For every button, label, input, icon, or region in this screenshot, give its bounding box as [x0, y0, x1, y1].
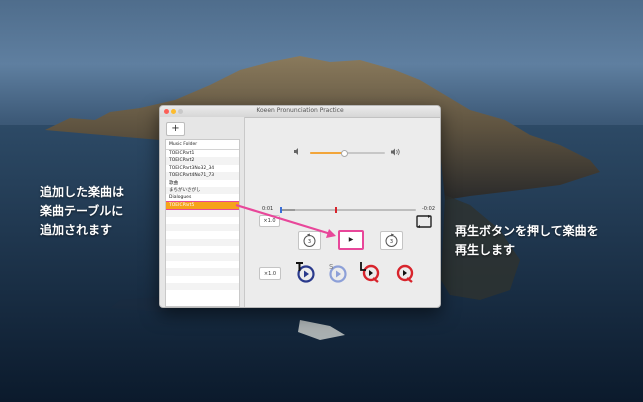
empty-row	[166, 261, 239, 268]
empty-row	[166, 217, 239, 224]
seek-progress	[281, 209, 295, 211]
record-loop-icon[interactable]	[359, 261, 381, 287]
table-row-selected[interactable]: TOEICPart5	[166, 200, 239, 211]
table-row[interactable]: まちがいさがし	[166, 186, 239, 195]
empty-row	[166, 231, 239, 238]
music-table: Music Folder TOEICPart1 TOEICPart2 TOEIC…	[165, 139, 240, 307]
empty-row	[166, 268, 239, 276]
student-play-icon[interactable]: S	[326, 261, 348, 287]
window-title: Koeen Pronunciation Practice	[256, 107, 344, 114]
empty-row	[166, 283, 239, 291]
app-window: Koeen Pronunciation Practice + Music Fol…	[159, 105, 441, 308]
rewind-icon: 3	[303, 233, 316, 247]
volume-slider[interactable]	[310, 150, 385, 157]
svg-text:3: 3	[390, 239, 393, 245]
empty-row	[166, 209, 239, 217]
table-row[interactable]: TOEICPart4No71_73	[166, 172, 239, 180]
loop-start-marker[interactable]	[280, 207, 282, 213]
table-row[interactable]: TOEICPart2	[166, 157, 239, 165]
teacher-play-icon[interactable]	[294, 261, 316, 287]
svg-text:3: 3	[308, 239, 311, 245]
play-button[interactable]: ▶	[338, 230, 364, 250]
remaining-time: -0:02	[422, 206, 436, 212]
play-icon: ▶	[348, 236, 354, 243]
left-annotation: 追加した楽曲は 楽曲テーブルに 追加されます	[40, 183, 124, 240]
forward-button[interactable]: 3	[380, 231, 403, 250]
speed-button-bottom[interactable]: ×1.0	[259, 267, 281, 280]
volume-slider-knob[interactable]	[340, 150, 348, 157]
forward-icon: 3	[385, 233, 398, 247]
repeat-icon[interactable]	[416, 213, 432, 232]
table-row[interactable]: Dialogues	[166, 194, 239, 201]
speed-button-top[interactable]: ×1.0	[259, 215, 280, 227]
table-row[interactable]: 歌曲	[166, 180, 239, 187]
sidebar: + Music Folder TOEICPart1 TOEICPart2 TOE…	[160, 117, 245, 307]
left-annotation-line: 追加されます	[40, 223, 113, 237]
right-annotation: 再生ボタンを押して楽曲を 再生します	[455, 222, 599, 260]
record-icon[interactable]	[394, 261, 416, 287]
empty-row	[166, 253, 239, 261]
empty-row	[166, 290, 239, 297]
left-annotation-line: 楽曲テーブルに	[40, 204, 124, 218]
svg-text:S: S	[329, 263, 334, 271]
right-annotation-line: 再生します	[455, 243, 516, 257]
empty-row	[166, 276, 239, 283]
player-panel: 0:01 -0:02 ×1.0 3 ▶ 3 ×1.0 S	[245, 117, 440, 307]
volume-low-icon[interactable]	[294, 148, 302, 157]
volume-high-icon[interactable]	[391, 148, 401, 158]
add-music-button[interactable]: +	[166, 122, 185, 136]
loop-end-marker[interactable]	[335, 207, 337, 213]
rewind-button[interactable]: 3	[298, 231, 321, 250]
table-header: Music Folder	[166, 140, 239, 150]
empty-row	[166, 246, 239, 253]
left-annotation-line: 追加した楽曲は	[40, 185, 125, 199]
table-row[interactable]: TOEICPart1	[166, 150, 239, 157]
elapsed-time: 0:01	[262, 206, 274, 212]
seek-bar[interactable]	[280, 207, 416, 213]
empty-row	[166, 238, 239, 247]
right-annotation-line: 再生ボタンを押して楽曲を	[455, 224, 599, 238]
volume-level-fill	[310, 152, 344, 154]
table-row[interactable]: TOEICPart3No32_34	[166, 165, 239, 172]
empty-row	[166, 223, 239, 232]
